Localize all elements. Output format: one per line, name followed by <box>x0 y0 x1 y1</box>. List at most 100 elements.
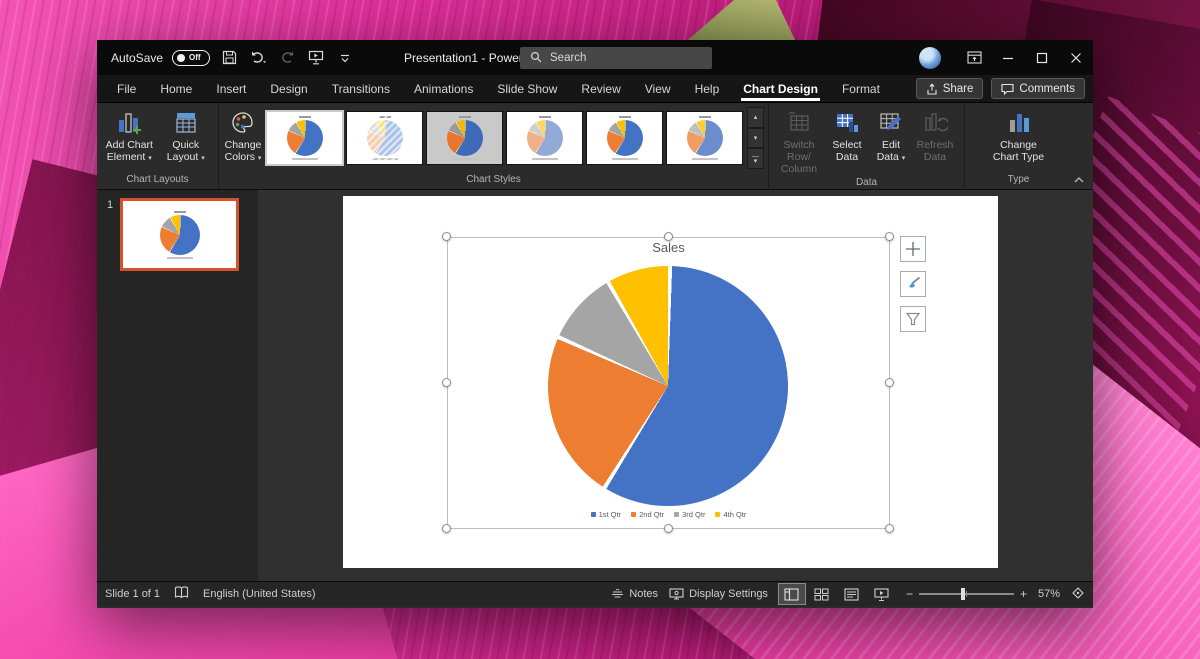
share-button[interactable]: Share <box>915 78 984 99</box>
share-icon <box>927 83 937 95</box>
tab-insert[interactable]: Insert <box>204 75 258 103</box>
slide-sorter-view-button[interactable] <box>809 584 835 604</box>
gallery-scroll-down-icon[interactable]: ▾ <box>747 127 764 149</box>
tab-design[interactable]: Design <box>258 75 319 103</box>
powerpoint-window: AutoSave Off Presentation1 - PowerPoint <box>97 40 1093 608</box>
tab-help[interactable]: Help <box>683 75 732 103</box>
comments-icon <box>1001 83 1014 95</box>
slide-show-view-button[interactable] <box>869 584 895 604</box>
search-input[interactable]: Search <box>520 47 712 69</box>
quick-layout-button[interactable]: Quick Layout ▾ <box>158 107 215 165</box>
legend-item-3rd-qtr: 3rd Qtr <box>674 510 705 519</box>
legend-marker <box>590 512 596 517</box>
slide-indicator[interactable]: Slide 1 of 1 <box>105 588 160 600</box>
autosave-state: Off <box>189 53 201 62</box>
display-settings-button[interactable]: Display Settings <box>669 588 768 600</box>
resize-handle-bottom-right[interactable] <box>885 524 894 533</box>
autosave-toggle[interactable]: Off <box>172 49 211 66</box>
select-data-icon <box>834 109 860 137</box>
maximize-button[interactable] <box>1025 40 1059 75</box>
switch-row-column-button: Switch Row/Column <box>773 107 825 175</box>
slide-thumbnail[interactable] <box>120 198 239 271</box>
zoom-out-button[interactable]: − <box>906 587 913 601</box>
gallery-scroll-up-icon[interactable]: ▴ <box>747 107 764 128</box>
tab-transitions[interactable]: Transitions <box>320 75 402 103</box>
chart-style-4[interactable] <box>506 111 583 165</box>
tab-animations[interactable]: Animations <box>402 75 485 103</box>
save-icon[interactable] <box>219 48 239 68</box>
ribbon-display-options-icon[interactable] <box>957 40 991 75</box>
tab-slide-show[interactable]: Slide Show <box>485 75 569 103</box>
normal-view-button[interactable] <box>777 583 806 605</box>
resize-handle-middle-left[interactable] <box>442 378 451 387</box>
fit-slide-to-window-icon[interactable] <box>1071 586 1085 603</box>
chart-style-5[interactable] <box>586 111 663 165</box>
quick-access-toolbar-chevron-icon[interactable] <box>335 48 355 68</box>
add-chart-element-button[interactable]: Add Chart Element ▾ <box>101 107 158 165</box>
tab-home[interactable]: Home <box>148 75 204 103</box>
group-data: Switch Row/Column Select Data Edit Data ▾ <box>769 103 965 189</box>
change-colors-button[interactable]: Change Colors ▾ <box>223 107 263 165</box>
language-indicator[interactable]: English (United States) <box>203 588 316 600</box>
user-avatar[interactable] <box>919 46 941 69</box>
spellcheck-book-icon[interactable] <box>174 586 189 602</box>
change-chart-type-icon <box>1006 109 1032 137</box>
chart-style-2[interactable] <box>346 111 423 165</box>
add-chart-element-icon <box>116 109 142 137</box>
editing-canvas: Sales 1st Qtr 2nd Qtr 3rd Qtr 4th Qtr <box>258 190 1093 581</box>
status-bar: Slide 1 of 1 English (United States) Not… <box>97 581 1093 606</box>
change-colors-icon <box>230 109 256 137</box>
chart-title[interactable]: Sales <box>447 240 890 255</box>
tab-chart-design[interactable]: Chart Design <box>731 75 830 103</box>
minimize-button[interactable] <box>991 40 1025 75</box>
collapse-ribbon-icon[interactable] <box>1071 173 1087 187</box>
zoom-slider[interactable] <box>918 588 1014 600</box>
search-icon <box>530 51 542 66</box>
undo-icon[interactable] <box>248 48 268 68</box>
chart-style-6[interactable] <box>666 111 743 165</box>
zoom-in-button[interactable]: + <box>1020 587 1027 601</box>
zoom-level[interactable]: 57% <box>1038 588 1060 600</box>
change-chart-type-button[interactable]: Change Chart Type <box>984 107 1054 163</box>
group-type: Change Chart Type Type <box>965 103 1072 189</box>
tab-view[interactable]: View <box>633 75 683 103</box>
display-settings-icon <box>669 588 684 600</box>
chart-filters-button[interactable] <box>900 306 926 332</box>
tab-format[interactable]: Format <box>830 75 892 103</box>
legend-marker <box>631 512 637 517</box>
slide[interactable]: Sales 1st Qtr 2nd Qtr 3rd Qtr 4th Qtr <box>343 196 998 568</box>
select-data-button[interactable]: Select Data <box>825 107 869 163</box>
legend-marker <box>674 512 680 517</box>
start-presentation-icon[interactable] <box>306 48 326 68</box>
tab-file[interactable]: File <box>105 75 148 103</box>
edit-data-icon <box>878 109 904 137</box>
chart-elements-button[interactable] <box>900 236 926 262</box>
comments-button[interactable]: Comments <box>991 78 1085 99</box>
funnel-icon <box>905 312 921 326</box>
resize-handle-bottom-left[interactable] <box>442 524 451 533</box>
ribbon-tab-bar: File Home Insert Design Transitions Anim… <box>97 75 1093 103</box>
zoom-control: − + <box>906 587 1027 601</box>
close-button[interactable] <box>1059 40 1093 75</box>
reading-view-button[interactable] <box>839 584 865 604</box>
chart-legend[interactable]: 1st Qtr 2nd Qtr 3rd Qtr 4th Qtr <box>447 510 890 519</box>
group-label-chart-styles: Chart Styles <box>466 174 521 185</box>
legend-item-4th-qtr: 4th Qtr <box>715 510 746 519</box>
paintbrush-icon <box>909 276 921 288</box>
zoom-slider-thumb[interactable] <box>960 588 965 600</box>
autosave-label: AutoSave <box>111 50 164 65</box>
resize-handle-middle-right[interactable] <box>885 378 894 387</box>
chart-styles-button[interactable] <box>900 271 926 297</box>
gallery-scroll-controls: ▴ ▾ — ▾ <box>747 107 764 170</box>
notes-button[interactable]: Notes <box>611 588 658 600</box>
redo-icon <box>277 48 297 68</box>
pie-chart[interactable] <box>548 266 788 506</box>
edit-data-button[interactable]: Edit Data ▾ <box>869 107 913 165</box>
legend-marker <box>715 512 721 517</box>
chart-style-3[interactable] <box>426 111 503 165</box>
tab-review[interactable]: Review <box>569 75 632 103</box>
gallery-more-icon[interactable]: — ▾ <box>747 148 764 170</box>
resize-handle-bottom-center[interactable] <box>664 524 673 533</box>
legend-item-2nd-qtr: 2nd Qtr <box>631 510 664 519</box>
chart-style-1[interactable] <box>265 110 344 166</box>
